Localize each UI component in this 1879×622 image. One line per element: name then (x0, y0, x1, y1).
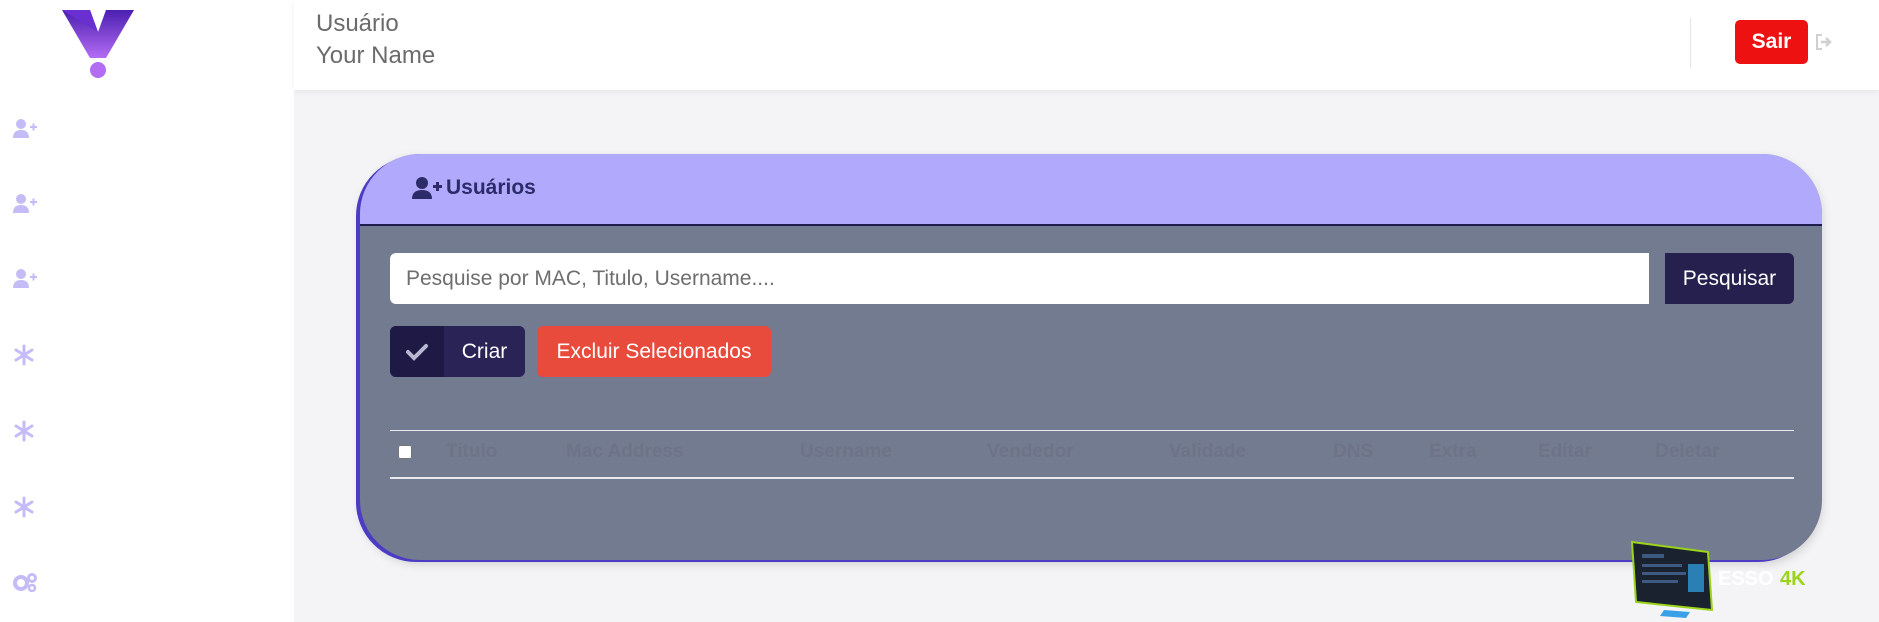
brand-badge: ESSO 4K (1630, 540, 1810, 620)
delete-selected-button[interactable]: Excluir Selecionados (537, 326, 771, 377)
column-header[interactable]: Extra (1429, 441, 1477, 463)
select-all-checkbox[interactable] (398, 445, 412, 459)
column-header[interactable]: Validade (1169, 441, 1246, 463)
column-header[interactable]: Username (800, 441, 892, 463)
badge-text: ESSO (1718, 568, 1774, 590)
badge-4k: 4K (1780, 568, 1806, 590)
column-header[interactable]: Mac Address (566, 441, 684, 463)
sidebar-asterisk-icon[interactable] (12, 344, 38, 366)
sidebar-asterisk-icon[interactable] (12, 496, 38, 518)
create-icon-box (390, 326, 444, 377)
card-title: Usuários (446, 176, 536, 199)
column-header[interactable]: Vendedor (987, 441, 1074, 463)
card-header: Usuários (360, 154, 1822, 226)
navbar-divider (1690, 18, 1691, 68)
create-label: Criar (461, 339, 508, 363)
user-plus-icon (412, 177, 442, 199)
user-name: Your Name (316, 42, 436, 69)
sidebar-user-plus-icon[interactable] (12, 268, 38, 290)
sidebar-user-plus-icon[interactable] (12, 193, 38, 215)
top-navbar: Usuário Your Name Sair (294, 0, 1879, 90)
sidebar (0, 0, 294, 622)
create-button[interactable]: Criar (390, 326, 525, 377)
column-header[interactable]: DNS (1333, 441, 1373, 463)
monitor-icon (1630, 540, 1714, 618)
logout-button[interactable]: Sair (1735, 20, 1808, 64)
column-header[interactable]: Deletar (1655, 441, 1719, 463)
search-button[interactable]: Pesquisar (1665, 253, 1794, 304)
sign-out-icon[interactable] (1814, 32, 1834, 52)
column-header[interactable]: Editar (1538, 441, 1592, 463)
search-input[interactable] (390, 253, 1649, 304)
sidebar-user-plus-icon[interactable] (12, 118, 38, 140)
sidebar-asterisk-icon[interactable] (12, 420, 38, 442)
sidebar-cogs-icon[interactable] (12, 571, 38, 593)
users-card: Usuários Pesquisar Criar Excluir Selecio… (360, 154, 1822, 560)
user-label: Usuário (316, 10, 399, 37)
table-header: Titulo Mac Address Username Vendedor Val… (390, 430, 1794, 479)
check-icon (406, 343, 428, 361)
column-header[interactable]: Titulo (446, 441, 497, 463)
logo (62, 10, 134, 78)
